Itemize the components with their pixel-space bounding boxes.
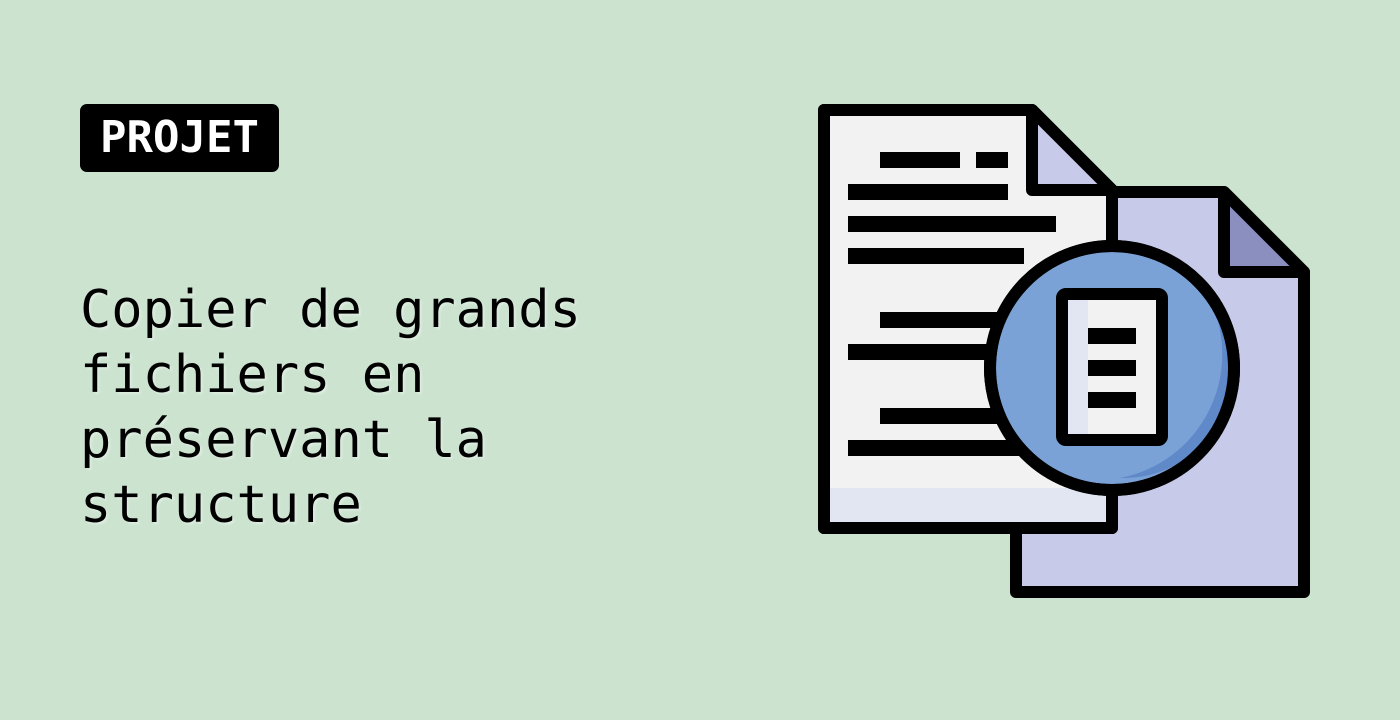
title-line-3: préservant la [80,410,487,470]
title-line-2: fichiers en [80,345,425,405]
documents-magnifier-icon [812,100,1316,604]
title-line-1: Copier de grands [80,280,581,340]
magnifier-lens-icon [984,240,1240,496]
project-badge: PROJET [80,104,279,172]
title-line-4: structure [80,475,362,535]
page-title: Copier de grands fichiers en préservant … [80,278,720,538]
